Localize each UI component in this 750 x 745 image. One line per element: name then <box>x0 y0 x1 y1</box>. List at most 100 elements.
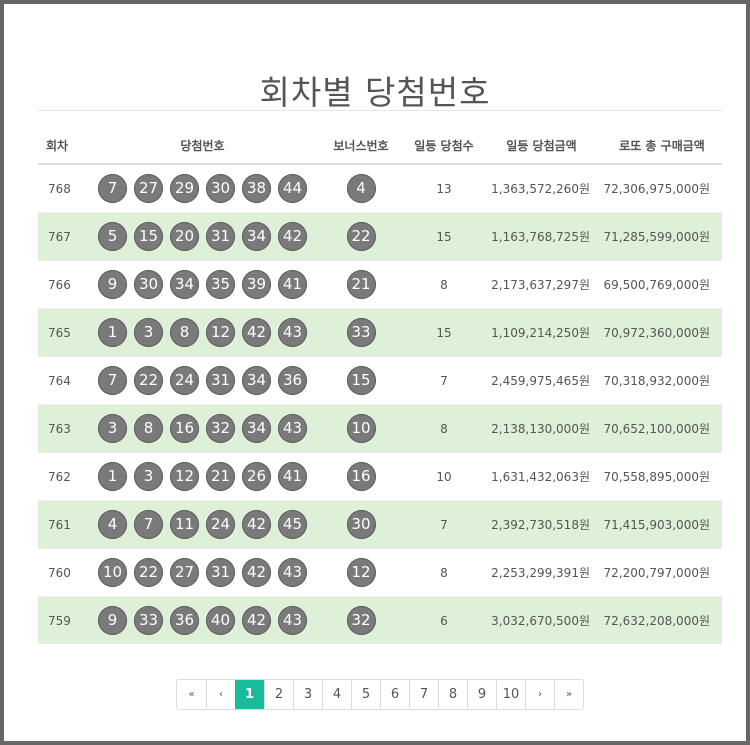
number-ball: 20 <box>170 222 199 251</box>
round-cell: 762 <box>38 452 90 501</box>
total-cell: 72,632,208,000원 <box>602 596 722 644</box>
number-ball: 3 <box>98 414 127 443</box>
number-ball: 39 <box>242 270 271 299</box>
numbers-cell: 4 7 11 24 42 45 <box>90 500 315 549</box>
header-bonus: 보너스번호 <box>315 127 407 165</box>
number-balls: 5 15 20 31 34 42 <box>90 222 315 251</box>
table-row: 768 7 27 29 30 38 44 4 13 1,363,572,260원 72,306,97… <box>38 163 722 213</box>
bonus-cell: 21 <box>315 260 407 309</box>
page-2-button[interactable]: 2 <box>264 680 293 709</box>
prize-cell: 1,363,572,260원 <box>481 163 602 213</box>
number-balls: 4 7 11 24 42 45 <box>90 510 315 539</box>
number-ball: 12 <box>206 318 235 347</box>
total-cell: 72,200,797,000원 <box>602 548 722 597</box>
number-ball: 11 <box>170 510 199 539</box>
page-9-button[interactable]: 9 <box>467 680 496 709</box>
number-ball: 9 <box>98 270 127 299</box>
winners-cell: 13 <box>407 163 481 213</box>
number-ball: 3 <box>134 318 163 347</box>
page-6-button[interactable]: 6 <box>380 680 409 709</box>
round-cell: 761 <box>38 500 90 549</box>
number-ball: 45 <box>278 510 307 539</box>
number-balls: 9 33 36 40 42 43 <box>90 606 315 635</box>
page-10-button[interactable]: 10 <box>496 680 525 709</box>
number-ball: 34 <box>242 366 271 395</box>
page-first-button[interactable]: « <box>177 680 206 709</box>
page-8-button[interactable]: 8 <box>438 680 467 709</box>
bonus-cell: 33 <box>315 308 407 357</box>
results-table: 회차 당첨번호 보너스번호 일등 당첨수 일등 당첨금액 로또 총 구매금액 7… <box>38 127 722 644</box>
number-ball: 31 <box>206 222 235 251</box>
prize-cell: 3,032,670,500원 <box>481 596 602 644</box>
bonus-cell: 15 <box>315 356 407 405</box>
winners-cell: 7 <box>407 500 481 549</box>
number-ball: 41 <box>278 462 307 491</box>
round-cell: 768 <box>38 163 90 213</box>
number-ball: 30 <box>206 174 235 203</box>
prize-cell: 1,109,214,250원 <box>481 308 602 357</box>
total-cell: 70,558,895,000원 <box>602 452 722 501</box>
number-ball: 22 <box>134 366 163 395</box>
number-balls: 1 3 12 21 26 41 <box>90 462 315 491</box>
bonus-ball: 32 <box>346 606 376 635</box>
round-cell: 765 <box>38 308 90 357</box>
bonus-cell: 4 <box>315 163 407 213</box>
table-header-row: 회차 당첨번호 보너스번호 일등 당첨수 일등 당첨금액 로또 총 구매금액 <box>38 127 722 165</box>
number-ball: 44 <box>278 174 307 203</box>
winners-cell: 15 <box>407 308 481 357</box>
bonus-ball: 33 <box>346 318 376 347</box>
numbers-cell: 1 3 8 12 42 43 <box>90 308 315 357</box>
prize-cell: 2,138,130,000원 <box>481 404 602 453</box>
total-cell: 70,972,360,000원 <box>602 308 722 357</box>
bonus-ball: 10 <box>346 414 376 443</box>
number-ball: 22 <box>134 558 163 587</box>
number-ball: 31 <box>206 366 235 395</box>
number-ball: 33 <box>134 606 163 635</box>
number-ball: 1 <box>98 318 127 347</box>
number-ball: 42 <box>242 558 271 587</box>
number-balls: 7 22 24 31 34 36 <box>90 366 315 395</box>
page-3-button[interactable]: 3 <box>293 680 322 709</box>
page-5-button[interactable]: 5 <box>351 680 380 709</box>
bonus-cell: 22 <box>315 212 407 261</box>
number-ball: 4 <box>98 510 127 539</box>
bonus-cell: 16 <box>315 452 407 501</box>
page-7-button[interactable]: 7 <box>409 680 438 709</box>
number-ball: 40 <box>206 606 235 635</box>
winners-cell: 6 <box>407 596 481 644</box>
number-ball: 42 <box>242 606 271 635</box>
prize-cell: 2,173,637,297원 <box>481 260 602 309</box>
header-round: 회차 <box>38 127 90 165</box>
round-cell: 763 <box>38 404 90 453</box>
page-4-button[interactable]: 4 <box>322 680 351 709</box>
number-ball: 15 <box>134 222 163 251</box>
page-last-button[interactable]: » <box>554 680 583 709</box>
pagination: « ‹ 1 2 3 4 5 6 7 8 9 10 › » <box>176 679 584 710</box>
page-next-button[interactable]: › <box>525 680 554 709</box>
numbers-cell: 7 22 24 31 34 36 <box>90 356 315 405</box>
bonus-ball: 12 <box>346 558 376 587</box>
number-ball: 8 <box>134 414 163 443</box>
page-prev-button[interactable]: ‹ <box>206 680 235 709</box>
table-row: 760 10 22 27 31 42 43 12 8 2,253,299,391원 72,200,7… <box>38 548 722 597</box>
table-row: 759 9 33 36 40 42 43 32 6 3,032,670,500원 72,632,20… <box>38 596 722 644</box>
bonus-ball: 16 <box>346 462 376 491</box>
numbers-cell: 1 3 12 21 26 41 <box>90 452 315 501</box>
number-ball: 3 <box>134 462 163 491</box>
number-ball: 12 <box>170 462 199 491</box>
bonus-cell: 32 <box>315 596 407 644</box>
prize-cell: 2,253,299,391원 <box>481 548 602 597</box>
number-ball: 35 <box>206 270 235 299</box>
winners-cell: 15 <box>407 212 481 261</box>
prize-cell: 1,163,768,725원 <box>481 212 602 261</box>
number-ball: 7 <box>98 366 127 395</box>
number-ball: 34 <box>170 270 199 299</box>
table-row: 763 3 8 16 32 34 43 10 8 2,138,130,000원 70,652,100… <box>38 404 722 453</box>
round-cell: 767 <box>38 212 90 261</box>
bonus-cell: 12 <box>315 548 407 597</box>
number-ball: 43 <box>278 606 307 635</box>
prize-cell: 2,392,730,518원 <box>481 500 602 549</box>
page-1-button[interactable]: 1 <box>235 680 264 709</box>
numbers-cell: 7 27 29 30 38 44 <box>90 163 315 213</box>
winners-cell: 8 <box>407 404 481 453</box>
